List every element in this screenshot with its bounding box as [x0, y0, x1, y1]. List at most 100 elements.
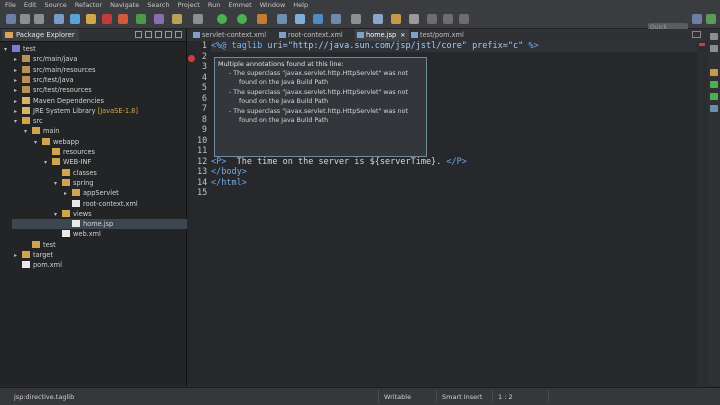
skip-breakpoints-icon[interactable]	[70, 14, 80, 24]
view-menu-icon[interactable]	[155, 31, 162, 38]
external-tools-icon[interactable]	[257, 14, 267, 24]
tree-item-label: pom.xml	[33, 261, 62, 270]
tree-item[interactable]: ▸ appServlet	[64, 188, 119, 198]
expanded-arrow-icon[interactable]: ▾	[4, 45, 12, 55]
terminal-icon[interactable]	[193, 14, 203, 24]
tree-item[interactable]: classes	[54, 168, 97, 178]
main-toolbar: Quick Access	[0, 10, 720, 41]
tree-item[interactable]: ▸ JRE System Library [JavaSE-1.8]	[14, 106, 138, 116]
new-package-icon[interactable]	[295, 14, 305, 24]
code-line-12[interactable]: <P> The time on the server is ${serverTi…	[211, 157, 467, 168]
expanded-arrow-icon[interactable]: ▾	[34, 138, 42, 148]
tree-item[interactable]: ▸ target	[14, 250, 53, 260]
tree-item[interactable]: ▸ src/main/java	[14, 54, 77, 64]
back-icon[interactable]	[427, 14, 437, 24]
pause-icon[interactable]	[86, 14, 96, 24]
code-line-13[interactable]: </body>	[211, 167, 247, 178]
perspective-icon[interactable]	[692, 14, 702, 24]
menu-source[interactable]: Source	[44, 1, 66, 9]
tab-root-context-xml[interactable]: root-context.xml	[277, 29, 351, 41]
tree-item[interactable]: ▾ src	[14, 116, 43, 126]
menu-window[interactable]: Window	[260, 1, 286, 9]
tree-item[interactable]: web.xml	[54, 229, 101, 239]
next-annotation-icon[interactable]	[391, 14, 401, 24]
minimize-icon[interactable]	[165, 31, 172, 38]
close-tab-icon[interactable]: ✕	[400, 32, 405, 39]
expanded-arrow-icon[interactable]: ▾	[54, 179, 62, 189]
overview-ruler[interactable]	[697, 41, 707, 386]
menu-search[interactable]: Search	[147, 1, 169, 9]
run-icon[interactable]	[136, 14, 146, 24]
tree-item[interactable]: ▸ src/test/resources	[14, 85, 92, 95]
tab-servlet-context-xml[interactable]: servlet-context.xml	[191, 29, 274, 41]
tree-item[interactable]: ▾ views	[54, 209, 92, 219]
new-icon[interactable]	[6, 14, 16, 24]
outline-icon[interactable]	[710, 45, 718, 52]
tab-home-jsp[interactable]: home.jsp ✕	[355, 29, 410, 41]
code-line-1[interactable]: <%@ taglib uri="http://java.sun.com/jsp/…	[211, 41, 539, 52]
error-overview-mark[interactable]	[699, 43, 705, 46]
java-ee-perspective-icon[interactable]	[706, 14, 716, 24]
collapse-all-icon[interactable]	[135, 31, 142, 38]
open-type-icon[interactable]	[331, 14, 341, 24]
debug-icon[interactable]	[154, 14, 164, 24]
tab-test-pom-xml[interactable]: test/pom.xml	[409, 29, 472, 41]
tree-item[interactable]: pom.xml	[14, 260, 62, 270]
run-green-icon[interactable]	[217, 14, 227, 24]
menu-edit[interactable]: Edit	[24, 1, 37, 9]
server-icon[interactable]	[54, 14, 64, 24]
tree-item[interactable]: ▾ main	[24, 126, 59, 136]
back-dropdown-icon[interactable]	[443, 14, 453, 24]
error-marker-icon[interactable]	[188, 55, 195, 62]
package-explorer-tab[interactable]: Package Explorer	[2, 29, 79, 41]
link-editor-icon[interactable]	[145, 31, 152, 38]
last-edit-icon[interactable]	[409, 14, 419, 24]
forward-icon[interactable]	[459, 14, 469, 24]
maximize-icon[interactable]	[175, 31, 182, 38]
stop-icon[interactable]	[102, 14, 112, 24]
run-as-icon[interactable]	[237, 14, 247, 24]
expanded-arrow-icon[interactable]: ▾	[14, 117, 22, 127]
menu-file[interactable]: File	[5, 1, 16, 9]
tree-item[interactable]: ▾ spring	[54, 178, 94, 188]
hover-line: - The superclass "javax.servlet.http.Htt…	[229, 108, 408, 115]
search-icon[interactable]	[351, 14, 361, 24]
save-icon[interactable]	[20, 14, 30, 24]
menu-help[interactable]: Help	[293, 1, 308, 9]
folder-icon	[52, 158, 60, 166]
new-class-icon[interactable]	[313, 14, 323, 24]
tree-item[interactable]: ▾ webapp	[34, 137, 79, 147]
tree-item[interactable]: ▾ test	[4, 44, 36, 54]
menu-project[interactable]: Project	[178, 1, 200, 9]
menu-emmet[interactable]: Emmet	[228, 1, 251, 9]
tree-item-label: spring	[73, 178, 94, 187]
tree-item[interactable]: root-context.xml	[64, 199, 138, 209]
line-number: 15	[197, 188, 208, 198]
tools-icon[interactable]	[172, 14, 182, 24]
tree-item[interactable]: ▸ Maven Dependencies	[14, 96, 104, 106]
tree-item[interactable]: resources	[44, 147, 95, 157]
toggle-mark-icon[interactable]	[373, 14, 383, 24]
maximize-editor-icon[interactable]	[692, 31, 701, 38]
save-all-icon[interactable]	[34, 14, 44, 24]
disconnect-icon[interactable]	[118, 14, 128, 24]
servers-icon[interactable]	[710, 81, 718, 88]
problems-icon[interactable]	[710, 105, 718, 112]
menu-refactor[interactable]: Refactor	[75, 1, 102, 9]
menu-navigate[interactable]: Navigate	[110, 1, 139, 9]
status-separator	[378, 390, 379, 403]
menu-run[interactable]: Run	[208, 1, 220, 9]
tree-item[interactable]: ▸ src/main/resources	[14, 65, 96, 75]
tree-item[interactable]: test	[24, 240, 56, 250]
console-icon[interactable]	[710, 93, 718, 100]
expanded-arrow-icon[interactable]: ▾	[44, 158, 52, 168]
tree-item[interactable]: ▸ src/test/java	[14, 75, 74, 85]
tree-item-label: webapp	[53, 137, 80, 146]
code-line-14[interactable]: </html>	[211, 178, 247, 189]
expanded-arrow-icon[interactable]: ▾	[24, 127, 32, 137]
taglib-keyword: taglib	[231, 41, 263, 51]
new-java-project-icon[interactable]	[277, 14, 287, 24]
tasks-icon[interactable]	[710, 69, 718, 76]
tree-item[interactable]: ▾ WEB-INF	[44, 157, 91, 167]
restore-icon[interactable]	[710, 33, 718, 40]
